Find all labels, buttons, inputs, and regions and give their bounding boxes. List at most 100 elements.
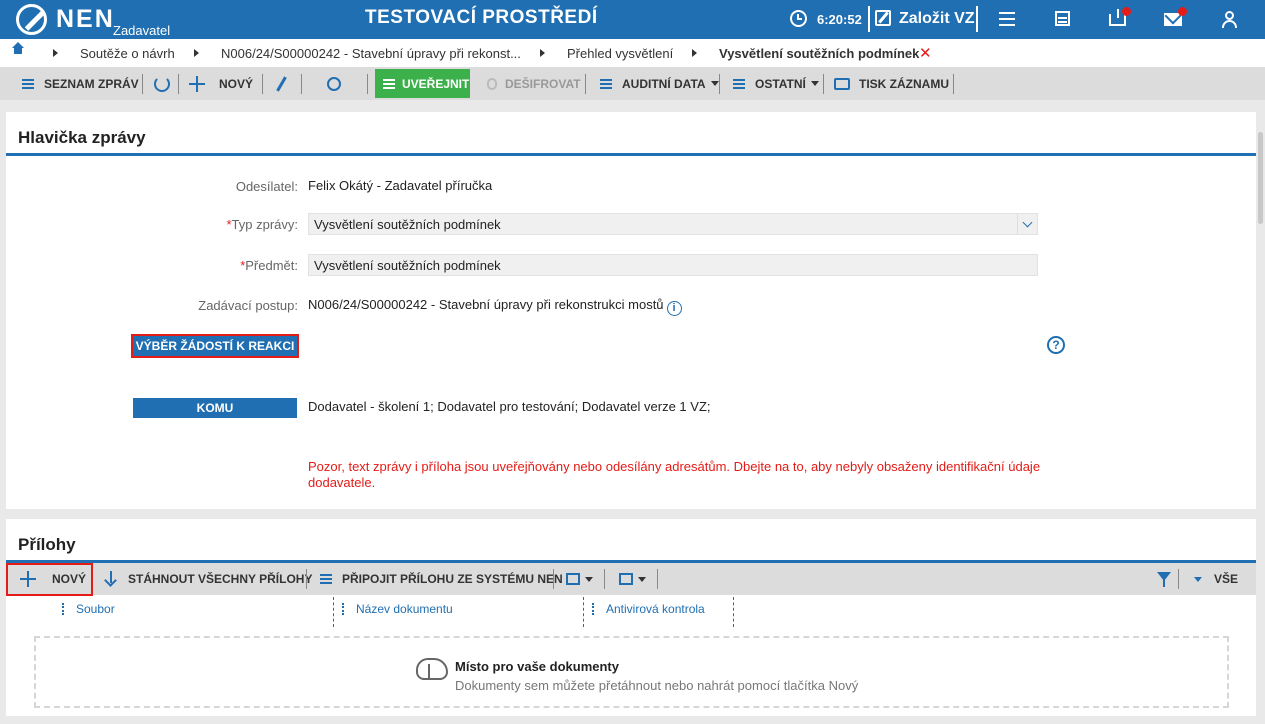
audit-label: AUDITNÍ DATA	[622, 76, 706, 91]
nen-logo-icon[interactable]	[16, 4, 47, 35]
divider	[585, 74, 586, 94]
breadcrumb: Soutěže o návrh N006/24/S00000242 - Stav…	[0, 39, 1265, 67]
message-list-button[interactable]: SEZNAM ZPRÁV	[22, 67, 139, 100]
divider	[657, 569, 658, 589]
message-list-label: SEZNAM ZPRÁV	[44, 76, 139, 91]
divider	[178, 74, 179, 94]
clock-icon	[790, 10, 807, 27]
sign-button[interactable]	[327, 67, 341, 100]
publish-button[interactable]: UVEŘEJNIT	[375, 69, 470, 98]
column-header-document-name[interactable]: Název dokumentu	[356, 602, 453, 616]
breadcrumb-current: Vysvětlení soutěžních podmínek	[719, 46, 920, 61]
notification-dot	[1178, 7, 1187, 16]
download-all-button[interactable]: STÁHNOUT VŠECHNY PŘÍLOHY	[104, 563, 312, 595]
chevron-down-icon[interactable]	[1017, 214, 1037, 234]
recipients-button[interactable]: KOMU	[133, 398, 297, 418]
edit-button[interactable]	[276, 67, 287, 100]
environment-title: TESTOVACÍ PROSTŘEDÍ	[365, 7, 598, 28]
inbox-icon[interactable]	[1107, 7, 1131, 29]
help-icon[interactable]: ?	[1047, 336, 1065, 354]
column-header-file[interactable]: Soubor	[76, 602, 115, 616]
divider	[604, 569, 605, 589]
export-menu-button[interactable]	[619, 563, 646, 595]
divider	[953, 74, 954, 94]
divider	[142, 74, 143, 94]
sender-value: Felix Okátý - Zadavatel příručka	[308, 178, 493, 193]
home-icon[interactable]	[12, 42, 24, 57]
divider	[719, 74, 720, 94]
chevron-right-icon	[692, 49, 697, 57]
attach-from-system-button[interactable]: PŘIPOJIT PŘÍLOHU ZE SYSTÉMU NEN	[320, 563, 563, 595]
section-underline	[6, 153, 1256, 156]
breadcrumb-item[interactable]: Soutěže o návrh	[80, 46, 175, 61]
new-label: NOVÝ	[219, 76, 254, 91]
edit-icon[interactable]	[875, 10, 891, 26]
column-menu-icon[interactable]	[342, 603, 344, 615]
plus-icon	[20, 571, 36, 587]
audit-data-button[interactable]: AUDITNÍ DATA	[600, 67, 719, 100]
lock-icon	[487, 77, 497, 90]
info-icon[interactable]: i	[666, 301, 682, 316]
file-dropzone[interactable]: Místo pro vaše dokumenty Dokumenty sem m…	[34, 636, 1229, 708]
create-vz-button[interactable]: Založit VZ	[899, 10, 975, 28]
filter-icon[interactable]	[1157, 572, 1171, 587]
column-divider[interactable]	[333, 597, 334, 627]
divider	[976, 6, 978, 32]
chevron-down-icon	[710, 81, 719, 86]
procedure-value: N006/24/S00000242 - Stavební úpravy při …	[308, 297, 682, 316]
ribbon-icon	[327, 76, 341, 91]
chevron-right-icon	[540, 49, 545, 57]
message-type-select[interactable]: Vysvětlení soutěžních podmínek	[308, 213, 1038, 235]
decrypt-button[interactable]: DEŠIFROVAT	[487, 67, 581, 100]
list-icon	[22, 78, 34, 89]
column-menu-icon[interactable]	[592, 603, 594, 615]
message-toolbar: SEZNAM ZPRÁV NOVÝ UVEŘEJNIT DEŠIFROVAT A…	[0, 67, 1265, 100]
menu-icon[interactable]	[997, 9, 1019, 29]
new-attachment-label: NOVÝ	[52, 572, 87, 586]
dropzone-subtitle: Dokumenty sem můžete přetáhnout nebo nah…	[455, 678, 859, 693]
new-attachment-button[interactable]: NOVÝ	[20, 563, 86, 595]
close-icon[interactable]: ✕	[919, 44, 932, 62]
top-bar: NEN Zadavatel TESTOVACÍ PROSTŘEDÍ 6:20:5…	[0, 0, 1265, 39]
column-menu-icon[interactable]	[62, 603, 64, 615]
divider	[823, 74, 824, 94]
procedure-label: Zadávací postup:	[198, 298, 298, 313]
show-all-label: VŠE	[1214, 572, 1239, 586]
subject-label-text: Předmět:	[245, 258, 298, 273]
pencil-icon	[276, 75, 287, 92]
logo-text[interactable]: NEN	[56, 5, 115, 34]
other-button[interactable]: OSTATNÍ	[733, 67, 819, 100]
chevron-down-icon	[638, 576, 646, 582]
refresh-icon	[154, 75, 170, 92]
print-menu-button[interactable]	[566, 563, 593, 595]
select-requests-button[interactable]: VÝBĚR ŽÁDOSTÍ K REAKCI	[131, 334, 299, 358]
print-icon	[566, 573, 580, 585]
export-icon	[619, 573, 633, 585]
attach-from-system-label: PŘIPOJIT PŘÍLOHU ZE SYSTÉMU NEN	[342, 572, 563, 586]
new-message-button[interactable]: NOVÝ	[189, 67, 253, 100]
audit-icon	[600, 78, 612, 89]
column-header-antivirus[interactable]: Antivirová kontrola	[606, 602, 705, 616]
role-label: Zadavatel	[113, 23, 171, 38]
cloud-upload-icon	[414, 654, 448, 680]
refresh-button[interactable]	[154, 67, 170, 100]
decrypt-label: DEŠIFROVAT	[505, 76, 581, 91]
scrollbar[interactable]	[1258, 132, 1263, 224]
column-divider[interactable]	[583, 597, 584, 627]
chevron-down-icon	[585, 576, 593, 582]
print-label: TISK ZÁZNAMU	[859, 76, 949, 91]
user-icon[interactable]	[1219, 9, 1241, 29]
column-divider[interactable]	[733, 597, 734, 627]
subject-input[interactable]: Vysvětlení soutěžních podmínek	[308, 254, 1038, 276]
show-all-button[interactable]: VŠE	[1194, 563, 1238, 595]
warning-line: Pozor, text zprávy i příloha jsou uveřej…	[308, 459, 1041, 474]
message-type-label-text: Typ zprávy:	[231, 217, 298, 232]
breadcrumb-item[interactable]: N006/24/S00000242 - Stavební úpravy při …	[221, 46, 521, 61]
print-icon	[834, 77, 850, 90]
calculator-icon[interactable]	[1053, 9, 1075, 29]
mail-icon[interactable]	[1163, 7, 1187, 29]
message-header-panel: Hlavička zprávy Odesílatel: Felix Okátý …	[6, 112, 1256, 509]
print-record-button[interactable]: TISK ZÁZNAMU	[834, 67, 949, 100]
breadcrumb-item[interactable]: Přehled vysvětlení	[567, 46, 673, 61]
download-icon	[104, 571, 118, 587]
